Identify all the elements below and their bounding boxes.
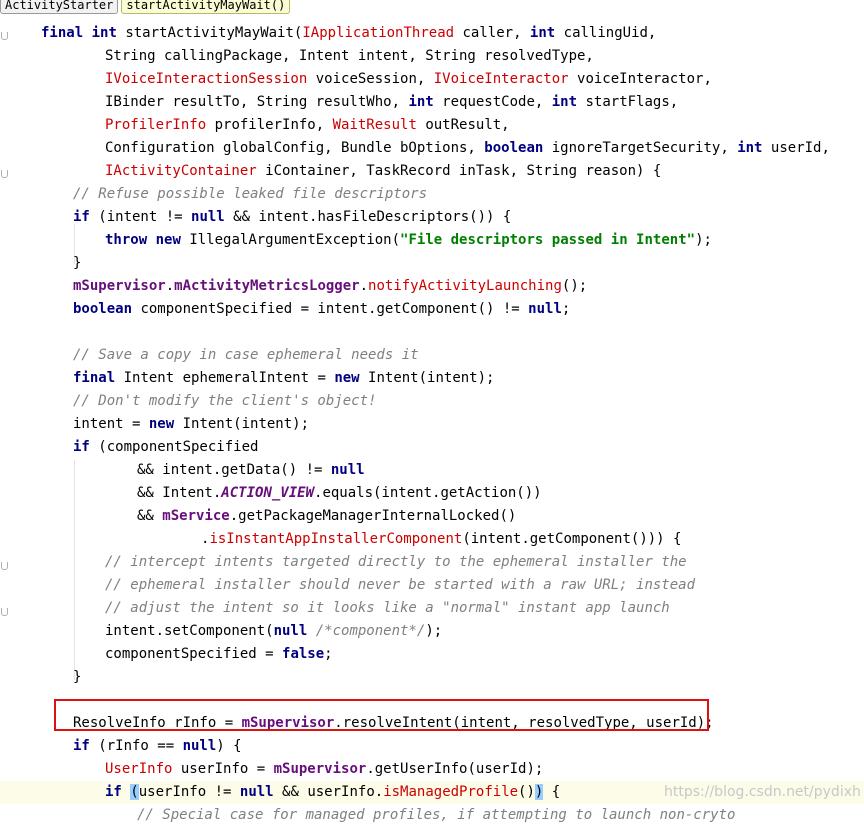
- code-line: mSupervisor.mActivityMetricsLogger.notif…: [73, 278, 588, 294]
- code-line: intent.setComponent(null /*component*/);: [105, 623, 443, 639]
- code-line: && intent.getData() != null: [137, 462, 365, 478]
- code-line: intent = new Intent(intent);: [73, 416, 310, 432]
- code-line: Configuration globalConfig, Bundle bOpti…: [105, 140, 830, 156]
- code-line: // intercept intents targeted directly t…: [105, 554, 687, 570]
- code-line: if (rInfo == null) {: [73, 738, 242, 754]
- code-line-highlighted: ResolveInfo rInfo = mSupervisor.resolveI…: [73, 715, 714, 731]
- code-line: && Intent.ACTION_VIEW.equals(intent.getA…: [137, 485, 542, 501]
- code-line: // Don't modify the client's object!: [73, 393, 377, 409]
- breadcrumb: ActivityStarter startActivityMayWait(): [0, 0, 291, 14]
- code-line: componentSpecified = false;: [105, 646, 333, 662]
- code-line: // Special case for managed profiles, if…: [137, 807, 736, 823]
- code-line: // adjust the intent so it looks like a …: [105, 600, 670, 616]
- code-line: if (intent != null && intent.hasFileDesc…: [73, 209, 512, 225]
- code-line: IVoiceInteractionSession voiceSession, I…: [105, 71, 712, 87]
- code-line: ProfilerInfo profilerInfo, WaitResult ou…: [105, 117, 510, 133]
- breadcrumb-method[interactable]: startActivityMayWait(): [121, 0, 291, 14]
- code-line: // ephemeral installer should never be s…: [105, 577, 696, 593]
- code-line: String callingPackage, Intent intent, St…: [105, 48, 594, 64]
- code-line: boolean componentSpecified = intent.getC…: [73, 301, 571, 317]
- watermark: https://blog.csdn.net/pydixh: [664, 784, 861, 800]
- code-line: if (componentSpecified: [73, 439, 259, 455]
- code-line: }: [73, 255, 82, 271]
- code-line: final int startActivityMayWait(IApplicat…: [41, 25, 657, 41]
- breadcrumb-class[interactable]: ActivityStarter: [0, 0, 119, 14]
- code-line: // Refuse possible leaked file descripto…: [73, 186, 428, 202]
- code-line: IActivityContainer iContainer, TaskRecor…: [105, 163, 662, 179]
- code-line: IBinder resultTo, String resultWho, int …: [105, 94, 679, 110]
- code-line: final Intent ephemeralIntent = new Inten…: [73, 370, 495, 386]
- code-line: .isInstantAppInstallerComponent(intent.g…: [201, 531, 682, 547]
- code-line: && mService.getPackageManagerInternalLoc…: [137, 508, 517, 524]
- code-line: // Save a copy in case ephemeral needs i…: [73, 347, 419, 363]
- code-line: }: [73, 669, 82, 685]
- code-line: UserInfo userInfo = mSupervisor.getUserI…: [105, 761, 544, 777]
- code-line: throw new IllegalArgumentException("File…: [105, 232, 712, 248]
